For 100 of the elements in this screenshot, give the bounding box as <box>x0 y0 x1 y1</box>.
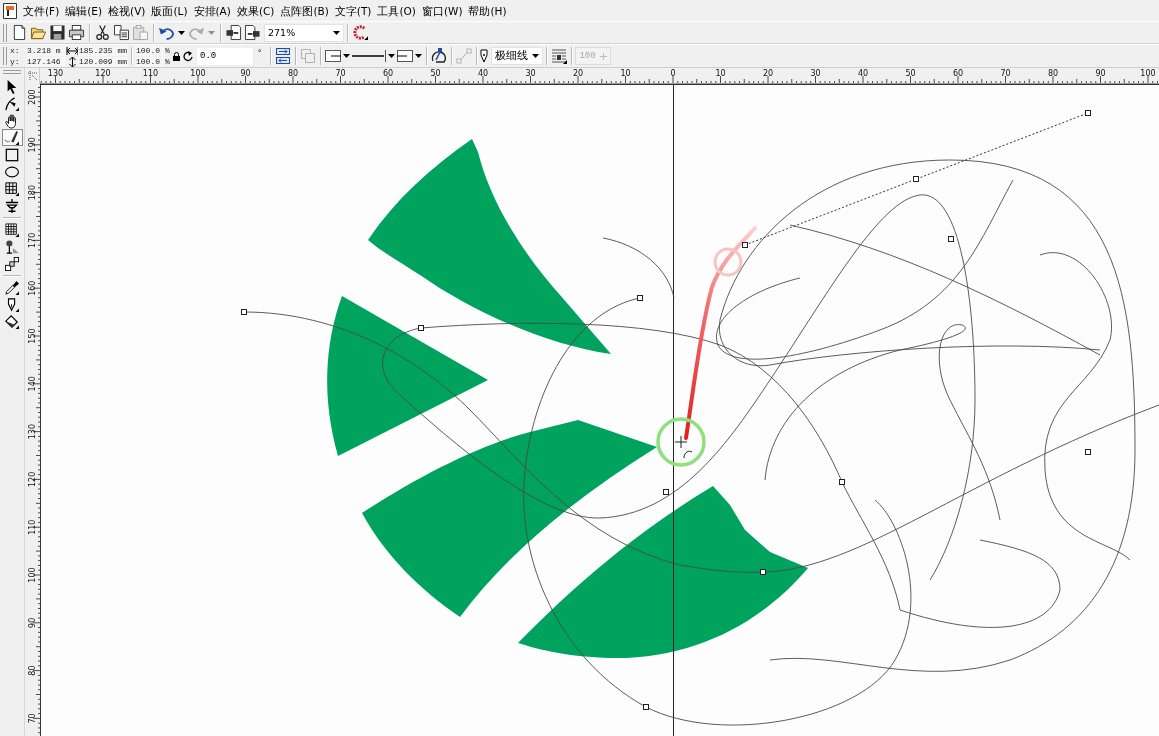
ruler-number: 70 <box>28 713 37 724</box>
ruler-number: 70 <box>335 69 346 78</box>
c-shaped-icon <box>353 25 368 40</box>
app-logo-icon <box>3 2 17 19</box>
y-position-field[interactable]: 127.146 <box>26 56 66 67</box>
copy-button[interactable] <box>112 22 131 43</box>
vertical-arrows-icon <box>68 56 76 67</box>
line-style-dropdown[interactable] <box>351 47 397 65</box>
line-sample-icon <box>352 50 387 62</box>
outline-width-dropdown[interactable]: 极细线 <box>491 47 544 65</box>
ruler-number: 90 <box>1095 69 1106 78</box>
node-handle[interactable] <box>1085 110 1091 116</box>
redo-icon <box>189 25 204 40</box>
arrow-cursor-icon <box>5 79 19 94</box>
ruler-number: 180 <box>28 184 37 201</box>
undo-icon <box>159 25 174 40</box>
degree-label: ° <box>257 48 263 58</box>
menu-item[interactable]: 文件(F) <box>20 3 63 18</box>
ruler-number: 20 <box>762 69 774 78</box>
menu-item[interactable]: 检视(V) <box>105 3 149 18</box>
menu-item[interactable]: 窗口(W) <box>418 3 466 18</box>
export-button[interactable] <box>243 22 262 43</box>
ruler-number: 110 <box>28 519 37 535</box>
node-handle[interactable] <box>760 569 766 575</box>
zoom-dropdown[interactable]: 271% <box>264 23 344 42</box>
ruler-number: 70 <box>1000 69 1011 78</box>
ruler-number: 40 <box>477 69 489 78</box>
line-start-icon <box>325 50 342 62</box>
save-button[interactable] <box>48 22 67 43</box>
scale-y-field[interactable]: 100.0 <box>135 56 165 67</box>
ruler-number: 110 <box>142 69 159 78</box>
ruler-number: 40 <box>857 69 869 78</box>
rectangle-icon <box>5 147 19 162</box>
menu-item[interactable]: 效果(C) <box>233 3 278 18</box>
print-button[interactable] <box>67 22 86 43</box>
close-curve-button[interactable] <box>430 46 449 66</box>
pen-nib-icon <box>480 50 489 62</box>
export-icon <box>245 25 260 40</box>
node-handle[interactable] <box>1085 449 1091 455</box>
mirror-arrows-icon <box>276 48 291 64</box>
hand-icon <box>5 113 19 128</box>
node-handle[interactable] <box>948 236 954 242</box>
node-handle[interactable] <box>643 704 649 710</box>
end-arrow-dropdown[interactable] <box>396 47 424 65</box>
scale-x-field[interactable]: 100.0 <box>135 45 165 56</box>
rotate-arrow-icon <box>183 50 194 62</box>
menu-item[interactable]: 文字(T) <box>331 3 375 18</box>
start-arrow-dropdown[interactable] <box>324 47 352 65</box>
square-corner-icon <box>301 49 316 63</box>
ruler-number: 50 <box>430 69 441 78</box>
caret-icon <box>178 30 185 35</box>
menu-item[interactable]: 点阵图(B) <box>277 3 332 18</box>
percent-label: % <box>165 45 171 56</box>
menu-item[interactable]: 安排(A) <box>190 3 234 18</box>
menu-item[interactable]: 工具(O) <box>374 3 419 18</box>
height-field[interactable]: 120.009 mm <box>78 56 128 67</box>
toolbar-grip[interactable] <box>3 47 7 65</box>
ruler-number: 160 <box>28 280 37 296</box>
node-handle[interactable] <box>418 325 424 331</box>
cursor-circle <box>656 417 706 467</box>
width-field[interactable]: 185.235 mm <box>78 45 128 56</box>
ruler-number: 140 <box>28 376 37 392</box>
ruler-number: 150 <box>28 328 37 344</box>
freehand-tool[interactable] <box>1 129 23 146</box>
mirror-button[interactable] <box>274 46 293 66</box>
clipboard-icon <box>133 25 148 40</box>
y-label: y: <box>10 56 21 67</box>
curve-node-icon <box>431 48 448 64</box>
ruler-number: 60 <box>382 69 394 78</box>
node-handle[interactable] <box>241 309 247 315</box>
connect-button[interactable] <box>351 22 370 43</box>
rotation-field[interactable]: 0.0 <box>197 47 253 65</box>
line-end-icon <box>397 50 414 62</box>
node-handle[interactable] <box>637 295 643 301</box>
node-handle[interactable] <box>913 176 919 182</box>
caret-icon <box>343 54 351 58</box>
node-handle[interactable] <box>663 489 669 495</box>
menu-item[interactable]: 版面(L) <box>148 3 191 18</box>
pen-stroke-icon <box>5 130 19 145</box>
import-button[interactable] <box>224 22 243 43</box>
ruler-origin-icon <box>28 71 37 80</box>
eyedropper-icon <box>5 280 19 295</box>
shape-node-icon <box>5 96 19 111</box>
ruler-number: 100 <box>190 69 206 78</box>
menu-item[interactable]: 帮助(H) <box>465 3 510 18</box>
menu-item[interactable]: 编辑(E) <box>62 3 106 18</box>
mesh-grid-icon <box>5 222 19 237</box>
wrap-text-button[interactable] <box>550 46 569 66</box>
ruler-number: 10 <box>715 69 726 78</box>
toolbox-grip[interactable] <box>3 70 21 74</box>
ruler-number: 100 <box>28 567 37 583</box>
text-wrap-icon <box>551 48 568 64</box>
ring-marker <box>713 247 743 277</box>
node-handle[interactable] <box>742 242 748 248</box>
caret-icon <box>208 30 215 35</box>
ruler-number: 90 <box>28 617 37 628</box>
overlapping-squares-icon <box>5 256 19 271</box>
x-position-field[interactable]: 3.218 m <box>26 45 66 56</box>
node-handle[interactable] <box>839 479 845 485</box>
toolbar-grip[interactable] <box>3 23 7 42</box>
